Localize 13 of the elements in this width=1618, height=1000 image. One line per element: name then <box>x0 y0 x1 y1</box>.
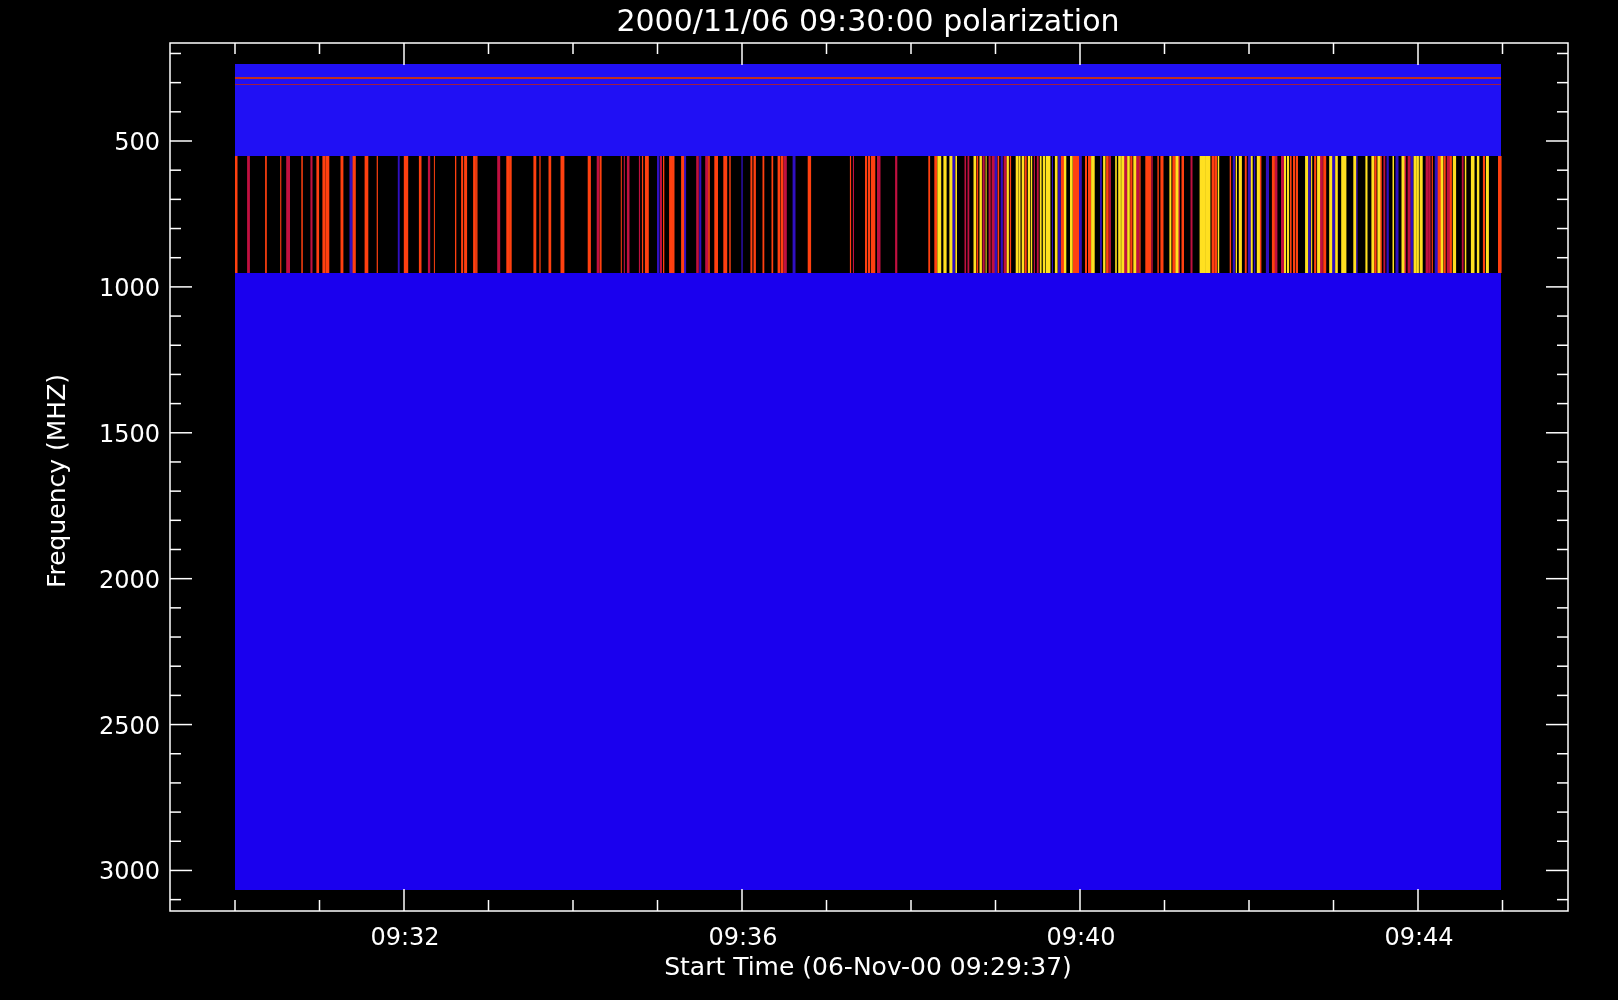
tick-label: 1500 <box>98 419 160 448</box>
tick-label: 09:32 <box>370 923 440 951</box>
tick-label: 2000 <box>98 565 160 594</box>
tick-label: 1000 <box>98 273 160 302</box>
tick-label: 500 <box>114 128 160 156</box>
axis-label: Frequency (MHZ) <box>42 373 71 589</box>
tick-label: 09:36 <box>708 923 778 951</box>
tick-label: 09:44 <box>1384 923 1454 951</box>
tick-label: 2500 <box>98 711 160 740</box>
axis-label: Start Time (06-Nov-00 09:29:37) <box>664 952 1072 981</box>
tick-label: 3000 <box>98 857 160 886</box>
plot-title: 2000/11/06 09:30:00 polarization <box>616 3 1120 38</box>
tick-label: 09:40 <box>1046 923 1116 951</box>
